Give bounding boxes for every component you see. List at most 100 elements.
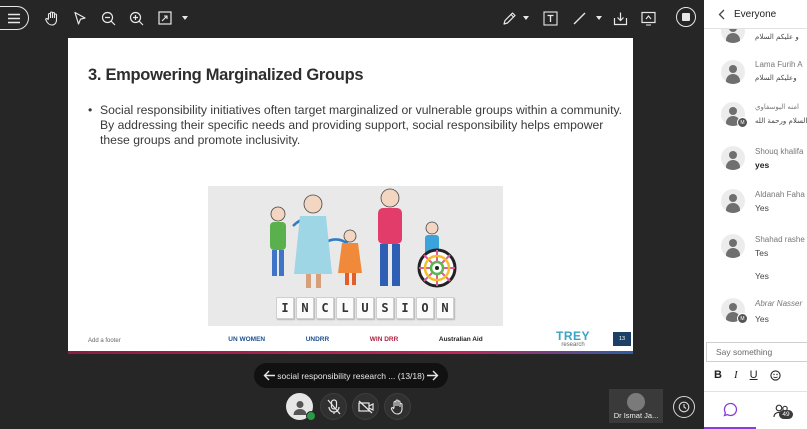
inclusion-letter-tiles: I N C L U S I O N: [276, 297, 454, 319]
sender-name: Shouq khalifa: [755, 147, 804, 156]
footer-text: Add a footer: [88, 338, 121, 344]
message-text: وعليكم السلام: [755, 74, 797, 82]
message-text: Yes: [755, 271, 769, 281]
footer-accent-bar: [68, 351, 633, 354]
underline-button[interactable]: U: [750, 369, 758, 381]
camera-off-icon: [357, 400, 374, 413]
camera-button[interactable]: [352, 393, 379, 420]
line-tool-button[interactable]: [570, 9, 588, 27]
fit-page-button[interactable]: [156, 9, 174, 27]
mic-off-icon: [327, 398, 340, 414]
back-chevron-icon[interactable]: [718, 9, 725, 20]
chat-message-input[interactable]: [706, 342, 807, 362]
emoji-icon[interactable]: [769, 369, 781, 381]
hand-pan-icon: [45, 11, 58, 26]
zoom-out-button[interactable]: [99, 9, 117, 27]
win-drr-logo: WIN DRR: [369, 335, 399, 343]
download-button[interactable]: [611, 9, 629, 27]
share-screen-icon: [640, 11, 656, 26]
italic-button[interactable]: I: [734, 369, 738, 381]
chat-message: Aldanah Faha Yes: [704, 186, 807, 220]
slide-bullet-text: Social responsibility initiatives often …: [88, 103, 623, 148]
participant-name: Dr Ismat Ja...: [613, 411, 659, 420]
letter-tile: I: [396, 297, 414, 319]
arrow-right-icon: [426, 370, 439, 381]
next-slide-button[interactable]: [425, 368, 440, 384]
clock-icon: [678, 401, 690, 413]
chat-message: M Abrar Nasser Yes: [704, 295, 807, 329]
pen-options-dropdown[interactable]: [521, 13, 531, 23]
chat-message: و عليكم السلام: [704, 29, 807, 49]
online-status-badge: [306, 411, 316, 421]
chat-message: Lama Furih A وعليكم السلام: [704, 57, 807, 91]
letter-tile: I: [276, 297, 294, 319]
bold-button[interactable]: B: [714, 369, 722, 381]
zoom-options-dropdown[interactable]: [180, 13, 190, 23]
share-screen-button[interactable]: [639, 9, 657, 27]
caret-down-icon: [596, 16, 602, 20]
text-tool-button[interactable]: [541, 9, 559, 27]
sender-avatar: [721, 146, 745, 170]
text-format-toolbar: B I U: [714, 367, 781, 383]
slide-navigator: social responsibility research ... (13/1…: [254, 363, 448, 388]
main-stage: 3. Empowering Marginalized Groups Social…: [0, 0, 704, 429]
zoom-in-button[interactable]: [127, 9, 145, 27]
pen-tool-button[interactable]: [500, 9, 518, 27]
chat-message: Shahad rashe Tes: [704, 231, 807, 265]
message-text: Tes: [755, 248, 769, 258]
menu-icon: [8, 13, 20, 23]
pointer-icon: [74, 11, 86, 25]
text-tool-icon: [542, 10, 558, 26]
letter-tile: U: [356, 297, 374, 319]
zoom-out-icon: [101, 11, 115, 25]
caret-down-icon: [182, 16, 188, 20]
pointer-button[interactable]: [71, 9, 89, 27]
zoom-in-icon: [129, 11, 143, 25]
letter-tile: S: [376, 297, 394, 319]
stop-share-button[interactable]: [676, 7, 696, 27]
sender-name: Lama Furih A: [755, 60, 803, 69]
letter-tile: L: [336, 297, 354, 319]
australian-aid-logo: Australian Aid: [438, 335, 483, 343]
tab-chat[interactable]: [704, 392, 756, 429]
brand-name: TREY: [555, 329, 590, 343]
un-women-logo: UN WOMEN: [228, 335, 266, 343]
presentation-slide: 3. Empowering Marginalized Groups Social…: [68, 38, 633, 354]
chat-message: Yes: [704, 269, 807, 283]
moderator-badge: M: [737, 117, 748, 128]
sender-avatar: [721, 189, 745, 213]
sender-name: Abrar Nasser: [755, 299, 803, 308]
message-text: وعليكم السلام ورحمة الله: [755, 117, 807, 125]
previous-slide-button[interactable]: [262, 368, 277, 384]
slide-footer: Add a footer UN WOMEN UNDRR WIN DRR Aust…: [68, 326, 633, 354]
chat-message: Shouq khalifa yes: [704, 143, 807, 177]
participant-video-tile[interactable]: Dr Ismat Ja...: [609, 389, 663, 423]
message-text: yes: [755, 160, 770, 170]
raise-hand-button[interactable]: [384, 393, 411, 420]
chat-message: M امنه اليوسفاوي وعليكم السلام ورحمة الل…: [704, 99, 807, 133]
message-text: Yes: [755, 314, 769, 324]
caret-down-icon: [523, 16, 529, 20]
slide-title: 3. Empowering Marginalized Groups: [88, 66, 364, 84]
chat-message-list[interactable]: و عليكم السلام Lama Furih A وعليكم السلا…: [704, 29, 807, 334]
sender-avatar: [721, 234, 745, 258]
session-timer-button[interactable]: [673, 396, 695, 418]
sender-name: امنه اليوسفاوي: [755, 103, 799, 111]
slide-number: 13: [613, 332, 631, 346]
letter-tile: N: [436, 297, 454, 319]
moderator-badge: M: [737, 313, 748, 324]
pan-button[interactable]: [43, 9, 61, 27]
pen-icon: [502, 11, 516, 25]
partner-logos: UN WOMEN UNDRR WIN DRR Australian Aid: [208, 328, 503, 350]
microphone-button[interactable]: [320, 393, 347, 420]
chat-header: Everyone: [704, 0, 807, 29]
menu-button[interactable]: [0, 6, 29, 30]
participant-count-badge: 49: [779, 410, 793, 419]
letter-tile: O: [416, 297, 434, 319]
chat-bubble-icon: [722, 402, 737, 417]
sender-avatar: [721, 29, 745, 43]
line-options-dropdown[interactable]: [594, 13, 604, 23]
sender-name: Aldanah Faha: [755, 190, 805, 199]
letter-tile: C: [316, 297, 334, 319]
stop-share-icon: [682, 13, 690, 21]
